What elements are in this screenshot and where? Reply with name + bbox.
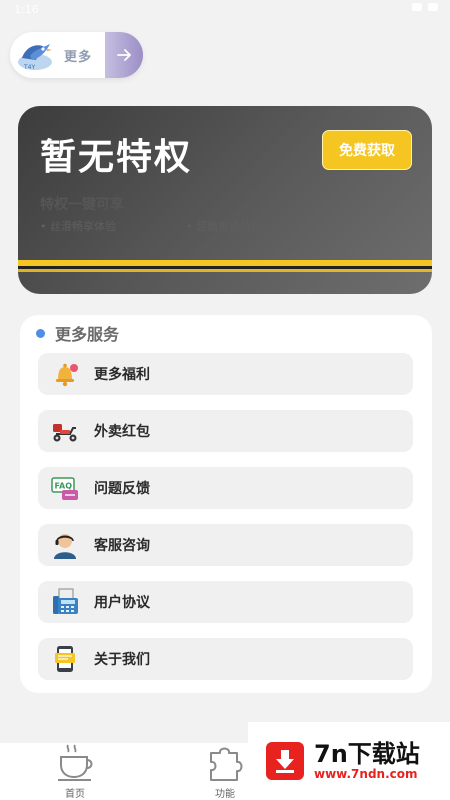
service-item-welfare[interactable]: 更多福利: [38, 353, 413, 395]
more-services-panel: 更多服务 更多福利 外卖红包 FAQ 问题反馈 客服咨询 用户协议 关于我们: [20, 315, 432, 693]
service-label-support: 客服咨询: [94, 538, 150, 554]
site-watermark: 7n下载站 www.7ndn.com: [248, 722, 450, 800]
support-agent-icon: [50, 530, 80, 560]
nav-tab-home[interactable]: 首页: [40, 743, 110, 800]
puzzle-icon: [210, 747, 243, 781]
scooter-icon: [50, 416, 80, 446]
service-label-about: 关于我们: [94, 652, 150, 668]
more-pill-arrow-area: [105, 32, 143, 78]
watermark-title: 7n下载站: [314, 740, 420, 768]
status-icons: [412, 3, 438, 11]
service-item-about[interactable]: 关于我们: [38, 638, 413, 680]
privilege-feature-1-label: 丝滑畅享体验: [50, 220, 116, 233]
faq-icon: FAQ: [50, 473, 80, 503]
service-label-welfare: 更多福利: [94, 367, 150, 383]
service-item-agreement[interactable]: 用户协议: [38, 581, 413, 623]
privilege-feature-1: • 丝滑畅享体验: [40, 220, 116, 233]
about-icon: [50, 644, 80, 674]
download-arrow-icon: [266, 742, 304, 780]
service-item-support[interactable]: 客服咨询: [38, 524, 413, 566]
bell-icon: [50, 359, 80, 389]
watermark-text: 7n下载站 www.7ndn.com: [314, 741, 420, 781]
service-label-takeout: 外卖红包: [94, 424, 150, 440]
arrow-right-icon: [117, 49, 132, 61]
svg-text:T4Y: T4Y: [23, 64, 35, 71]
privilege-card-subtitle: 特权一键可享: [40, 197, 124, 213]
svg-text:FAQ: FAQ: [55, 482, 73, 491]
services-header: 更多服务: [36, 321, 119, 345]
privilege-feature-2: • 超值惠选特权: [186, 220, 262, 233]
privilege-card: 暂无特权 免费获取 特权一键可享 • 丝滑畅享体验 • 超值惠选特权: [18, 106, 432, 294]
service-label-feedback: 问题反馈: [94, 481, 150, 497]
nav-label-features: 功能: [215, 789, 235, 800]
service-item-feedback[interactable]: FAQ 问题反馈: [38, 467, 413, 509]
bird-logo-icon: T4Y: [18, 44, 52, 71]
coffee-cup-icon: [58, 744, 93, 781]
section-dot-icon: [36, 328, 45, 338]
battery-icon: [428, 3, 438, 11]
privilege-feature-2-label: 超值惠选特权: [196, 220, 262, 233]
service-item-takeout[interactable]: 外卖红包: [38, 410, 413, 452]
card-stripe-yellow-thin: [18, 269, 432, 272]
wifi-icon: [412, 3, 422, 11]
nav-label-home: 首页: [65, 789, 85, 800]
watermark-url: www.7ndn.com: [314, 767, 418, 781]
services-title: 更多服务: [55, 325, 120, 344]
privilege-card-title: 暂无特权: [40, 137, 193, 178]
more-button[interactable]: T4Y 更多: [10, 32, 143, 78]
more-pill-body: T4Y 更多: [10, 32, 105, 78]
claim-free-button[interactable]: 免费获取: [322, 130, 412, 170]
status-bar: 1:16: [0, 0, 450, 22]
service-label-agreement: 用户协议: [94, 595, 150, 611]
fax-icon: [50, 587, 80, 617]
more-pill-label: 更多: [64, 49, 93, 65]
status-time: 1:16: [14, 3, 39, 16]
